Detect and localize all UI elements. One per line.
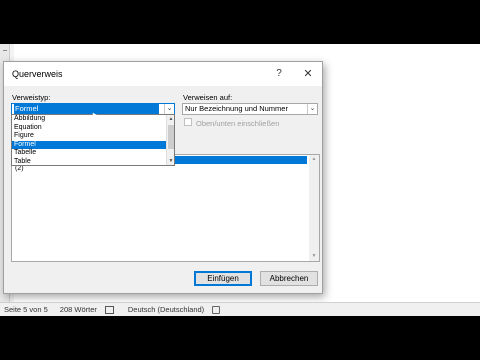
include-above-below-checkbox[interactable] <box>184 118 192 126</box>
scroll-thumb[interactable] <box>168 125 174 149</box>
page-count[interactable]: Seite 5 von 5 <box>4 305 48 314</box>
verweisen-auf-label: Verweisen auf: <box>183 93 233 102</box>
scroll-down-icon[interactable]: ▼ <box>309 252 319 261</box>
proofing-icon[interactable] <box>104 305 114 314</box>
word-window: Querverweis ? ✕ Verweistyp: Formel ⌄ Ver… <box>0 44 480 316</box>
help-button[interactable]: ? <box>266 65 292 83</box>
caption-list[interactable]: (2) ▲ ▼ <box>11 154 320 262</box>
focus-mode-icon[interactable] <box>212 305 221 314</box>
verweisen-auf-select[interactable]: Nur Bezeichnung und Nummer ⌄ <box>182 103 318 115</box>
scroll-up-icon[interactable]: ▲ <box>309 155 319 164</box>
dropdown-item-selected[interactable]: Formel <box>12 140 167 149</box>
scroll-down-icon[interactable]: ▼ <box>167 157 174 165</box>
cross-reference-dialog: Querverweis ? ✕ Verweistyp: Formel ⌄ Ver… <box>3 61 323 294</box>
list-scrollbar[interactable]: ▲ ▼ <box>309 155 319 261</box>
include-above-below-label: Oben/unten einschließen <box>196 119 280 128</box>
dialog-titlebar[interactable]: Querverweis ? ✕ <box>4 62 322 86</box>
dropdown-item[interactable]: Equation <box>12 124 167 133</box>
status-bar: Seite 5 von 5 208 Wörter Deutsch (Deutsc… <box>0 302 480 316</box>
chevron-down-icon[interactable]: ⌄ <box>307 104 317 114</box>
word-count[interactable]: 208 Wörter <box>60 305 97 314</box>
list-item[interactable]: (2) <box>15 165 24 172</box>
language-indicator[interactable]: Deutsch (Deutschland) <box>128 305 204 314</box>
dropdown-item[interactable]: Figure <box>12 132 167 141</box>
dropdown-item[interactable]: Tabelle <box>12 149 167 158</box>
dropdown-item[interactable]: Table <box>12 158 167 166</box>
cancel-button[interactable]: Abbrechen <box>260 271 318 286</box>
document-area: Querverweis ? ✕ Verweistyp: Formel ⌄ Ver… <box>0 44 480 302</box>
verweistyp-value: Formel <box>14 104 159 114</box>
chevron-down-icon[interactable]: ⌄ <box>164 104 174 114</box>
dialog-title: Querverweis <box>12 69 63 79</box>
scroll-up-icon[interactable]: ▲ <box>167 115 174 123</box>
verweistyp-label: Verweistyp: <box>12 93 51 102</box>
dropdown-scrollbar[interactable]: ▲ ▼ <box>166 115 174 165</box>
verweisen-auf-value: Nur Bezeichnung und Nummer <box>185 104 288 113</box>
close-button[interactable]: ✕ <box>295 65 321 83</box>
insert-button[interactable]: Einfügen <box>194 271 252 286</box>
